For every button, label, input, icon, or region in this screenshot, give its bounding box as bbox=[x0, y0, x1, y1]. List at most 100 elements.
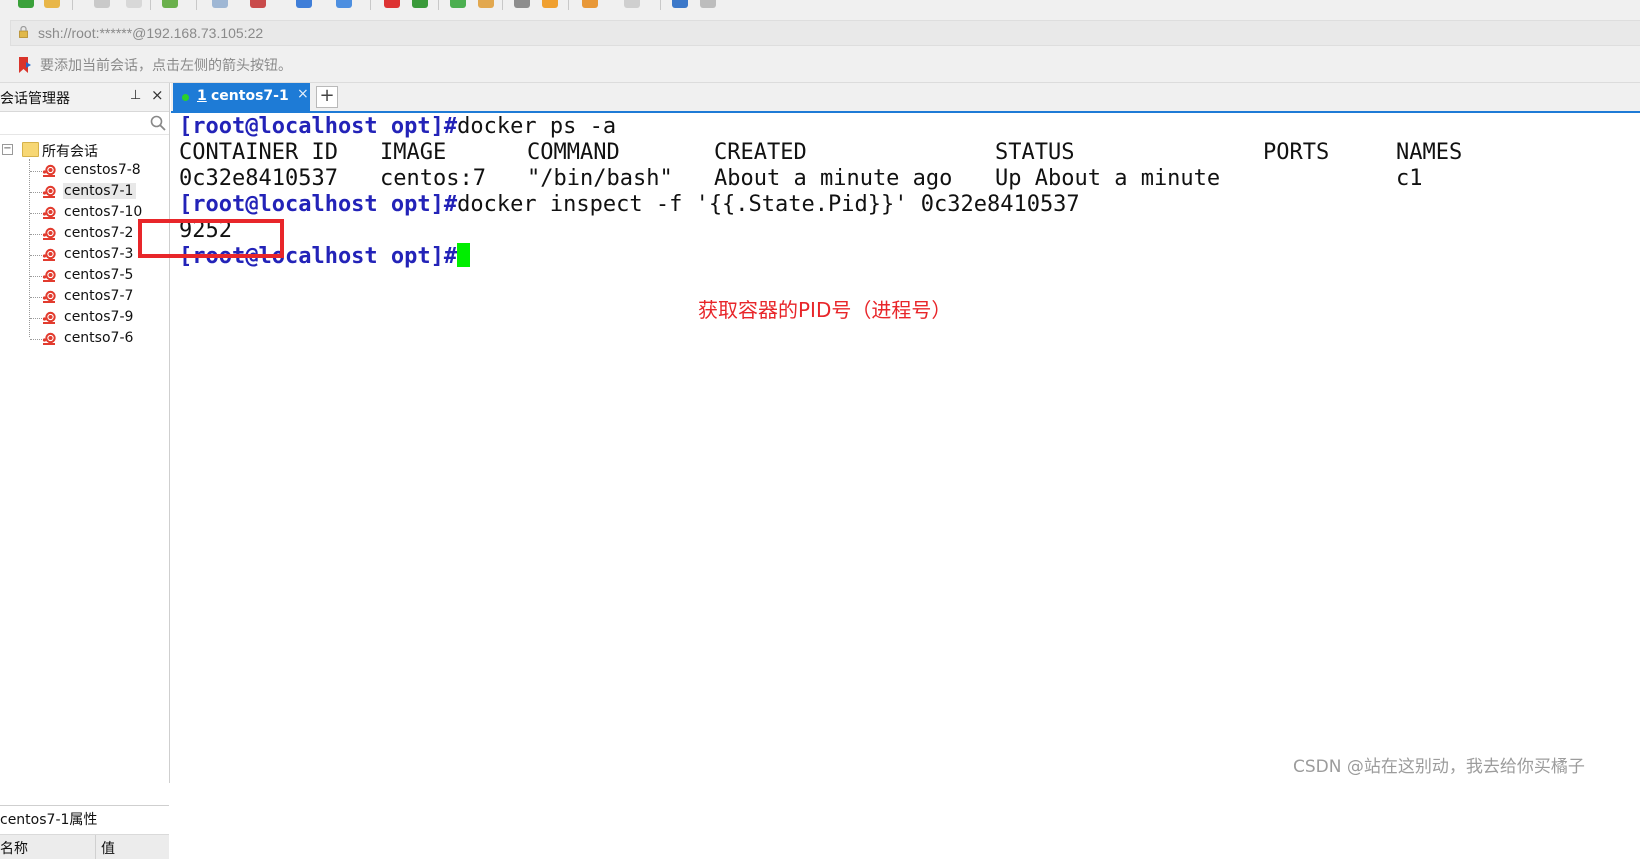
lock-screen-icon[interactable] bbox=[478, 0, 494, 8]
command-text: docker inspect -f '{{.State.Pid}}' 0c32e… bbox=[457, 192, 1080, 217]
address-url: ssh://root:******@192.168.73.105:22 bbox=[38, 25, 264, 41]
session-label: centso7-6 bbox=[64, 330, 134, 346]
column-header-created: CREATED bbox=[714, 140, 807, 165]
tree-connector bbox=[30, 255, 42, 256]
settings-icon[interactable] bbox=[162, 0, 178, 8]
session-hint-bar: 要添加当前会话，点击左侧的箭头按钮。 bbox=[0, 46, 1640, 83]
address-field[interactable]: ssh://root:******@192.168.73.105:22 bbox=[10, 20, 1640, 46]
tree-connector bbox=[30, 318, 42, 319]
toolbar-separator bbox=[660, 0, 661, 10]
properties-header: 名称 值 bbox=[0, 834, 169, 859]
new-tab-button[interactable]: + bbox=[316, 86, 338, 108]
shell-prompt: [root@localhost opt]# bbox=[179, 114, 458, 139]
tab-centos7-1[interactable]: 1 centos7-1 × bbox=[173, 83, 310, 111]
xftp-icon[interactable] bbox=[384, 0, 400, 8]
column-divider[interactable] bbox=[95, 835, 96, 859]
session-label: centos7-10 bbox=[64, 204, 143, 220]
toolbar-separator bbox=[438, 0, 439, 10]
properties-column-value[interactable]: 值 bbox=[101, 838, 115, 858]
session-icon bbox=[42, 311, 56, 324]
properties-panel: centos7-1属性 名称 值 bbox=[0, 805, 169, 867]
session-item[interactable]: censtos7-8 bbox=[30, 161, 168, 182]
lock-icon bbox=[19, 26, 28, 38]
fullscreen-icon[interactable] bbox=[450, 0, 466, 8]
column-header-command: COMMAND bbox=[527, 140, 620, 165]
toolbar-separator bbox=[370, 0, 371, 10]
session-label: centos7-1 bbox=[63, 183, 137, 199]
session-item[interactable]: centos7-1 bbox=[30, 182, 168, 203]
open-folder-icon[interactable] bbox=[44, 0, 60, 8]
container-id-cell: 0c32e8410537 bbox=[179, 166, 338, 191]
column-header-image: IMAGE bbox=[380, 140, 447, 165]
tree-connector bbox=[30, 339, 42, 340]
properties-column-name[interactable]: 名称 bbox=[0, 838, 28, 858]
session-icon bbox=[42, 269, 56, 282]
tree-connector bbox=[30, 234, 42, 235]
folder-icon bbox=[22, 142, 39, 157]
tab-bar: 1 centos7-1 × + bbox=[171, 83, 1640, 113]
session-manager-header: 会话管理器 ⊥ × bbox=[0, 83, 169, 112]
toolbar-separator bbox=[196, 0, 197, 10]
toolbar-separator bbox=[568, 0, 569, 10]
session-icon bbox=[42, 248, 56, 261]
layout-icon[interactable] bbox=[250, 0, 266, 8]
created-cell: About a minute ago bbox=[714, 166, 953, 191]
new-session-icon[interactable] bbox=[18, 0, 34, 8]
reconnect-icon[interactable] bbox=[126, 0, 142, 8]
session-item[interactable]: centso7-6 bbox=[30, 329, 168, 350]
session-label: centos7-7 bbox=[64, 288, 134, 304]
image-cell: centos:7 bbox=[380, 166, 486, 191]
session-search[interactable] bbox=[0, 112, 169, 135]
session-label: centos7-2 bbox=[64, 225, 134, 241]
names-cell: c1 bbox=[1396, 166, 1423, 191]
search-icon[interactable] bbox=[150, 115, 166, 131]
session-manager-title: 会话管理器 bbox=[0, 91, 70, 107]
table-header-row: CONTAINER ID IMAGE COMMAND CREATED STATU… bbox=[179, 139, 1579, 166]
folder-label: 所有会话 bbox=[42, 144, 98, 160]
session-label: centos7-5 bbox=[64, 267, 134, 283]
session-icon bbox=[42, 332, 56, 345]
session-item[interactable]: centos7-5 bbox=[30, 266, 168, 287]
tree-connector bbox=[30, 297, 42, 298]
help-icon[interactable] bbox=[672, 0, 688, 8]
bookmark-arrow-icon[interactable] bbox=[18, 57, 32, 73]
session-icon bbox=[42, 290, 56, 303]
collapse-icon[interactable]: − bbox=[2, 144, 13, 155]
tab-label: centos7-1 bbox=[211, 88, 289, 104]
session-label: centos7-9 bbox=[64, 309, 134, 325]
table-row: 0c32e8410537 centos:7 "/bin/bash" About … bbox=[179, 165, 1579, 192]
terminal-line: [root@localhost opt]#docker inspect -f '… bbox=[179, 191, 1080, 218]
status-cell: Up About a minute bbox=[995, 166, 1221, 191]
tree-connector bbox=[30, 213, 42, 214]
column-header-container-id: CONTAINER ID bbox=[179, 140, 338, 165]
terminal[interactable]: [root@localhost opt]#docker ps -a CONTAI… bbox=[171, 113, 1640, 783]
find-icon[interactable] bbox=[212, 0, 228, 8]
tree-connector bbox=[30, 276, 42, 277]
session-icon bbox=[42, 206, 56, 219]
terminal-cursor bbox=[457, 243, 471, 267]
disconnect-icon[interactable] bbox=[94, 0, 110, 8]
pin-icon[interactable]: ⊥ bbox=[130, 88, 141, 103]
tunnel-icon[interactable] bbox=[582, 0, 598, 8]
session-icon bbox=[42, 164, 56, 177]
keyboard-icon[interactable] bbox=[514, 0, 530, 8]
xmanager-icon[interactable] bbox=[412, 0, 428, 8]
tab-close-icon[interactable]: × bbox=[297, 86, 309, 102]
globe-icon[interactable] bbox=[296, 0, 312, 8]
command-text: docker ps -a bbox=[457, 114, 617, 139]
shell-prompt: [root@localhost opt]# bbox=[179, 192, 458, 217]
connection-status-icon bbox=[182, 94, 189, 101]
session-icon bbox=[42, 227, 56, 240]
compose-icon[interactable] bbox=[624, 0, 640, 8]
watermark: CSDN @站在这别动，我去给你买橘子 bbox=[1293, 757, 1585, 777]
session-item[interactable]: centos7-7 bbox=[30, 287, 168, 308]
chat-icon[interactable] bbox=[700, 0, 716, 8]
toolbar-separator bbox=[502, 0, 503, 10]
column-header-status: STATUS bbox=[995, 140, 1075, 165]
font-icon[interactable] bbox=[336, 0, 352, 8]
session-manager-panel: 会话管理器 ⊥ × − 所有会话 censtos7-8 centos7-1 cent… bbox=[0, 83, 170, 867]
session-item[interactable]: centos7-9 bbox=[30, 308, 168, 329]
transfer-icon[interactable] bbox=[542, 0, 558, 8]
close-icon[interactable]: × bbox=[151, 86, 164, 104]
column-header-ports: PORTS bbox=[1263, 140, 1330, 165]
